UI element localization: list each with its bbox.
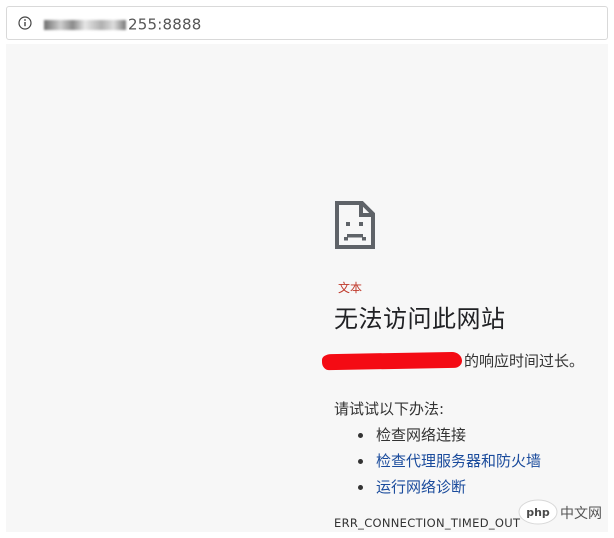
php-logo-icon: php — [518, 499, 558, 525]
page-content: 文本 无法访问此网站 的响应时间过长。 请试试以下办法: 检查网络连接 检查代理… — [6, 44, 608, 532]
info-icon[interactable] — [18, 16, 32, 30]
watermark-site-text: 中文网 — [560, 506, 602, 522]
url-host: 255:8888 — [128, 15, 202, 34]
description-suffix: 的响应时间过长。 — [464, 352, 585, 370]
bullet-dot — [358, 485, 363, 490]
bullet-dot — [358, 433, 363, 438]
broken-document-icon — [335, 201, 375, 249]
suggestion-run-diagnostics-link[interactable]: 运行网络诊断 — [376, 478, 466, 496]
suggestion-check-network: 检查网络连接 — [376, 426, 467, 444]
error-code: ERR_CONNECTION_TIMED_OUT — [334, 516, 521, 530]
error-title: 无法访问此网站 — [334, 305, 506, 333]
suggestion-item: 运行网络诊断 — [358, 474, 541, 500]
url-text[interactable]: 255:8888 — [44, 15, 201, 34]
try-label: 请试试以下办法: — [334, 400, 445, 418]
site-watermark: php 中文网 — [518, 492, 608, 532]
address-bar[interactable]: 255:8888 — [6, 6, 608, 40]
suggestion-check-proxy-link[interactable]: 检查代理服务器和防火墙 — [376, 452, 541, 470]
error-description: 的响应时间过长。 — [321, 350, 585, 374]
url-redacted-blur — [44, 19, 126, 30]
suggestion-item: 检查代理服务器和防火墙 — [358, 448, 541, 474]
watermark-logo-text: php — [526, 506, 550, 519]
redacted-host-mark — [321, 351, 463, 370]
suggestion-item: 检查网络连接 — [358, 422, 541, 448]
browser-window: 255:8888 文本 无法访问此网站 的响应时间过长。 请试试以下办法: 检查… — [0, 0, 614, 538]
bullet-dot — [358, 459, 363, 464]
annotation-tag: 文本 — [338, 281, 363, 295]
suggestion-list: 检查网络连接 检查代理服务器和防火墙 运行网络诊断 — [358, 422, 541, 500]
